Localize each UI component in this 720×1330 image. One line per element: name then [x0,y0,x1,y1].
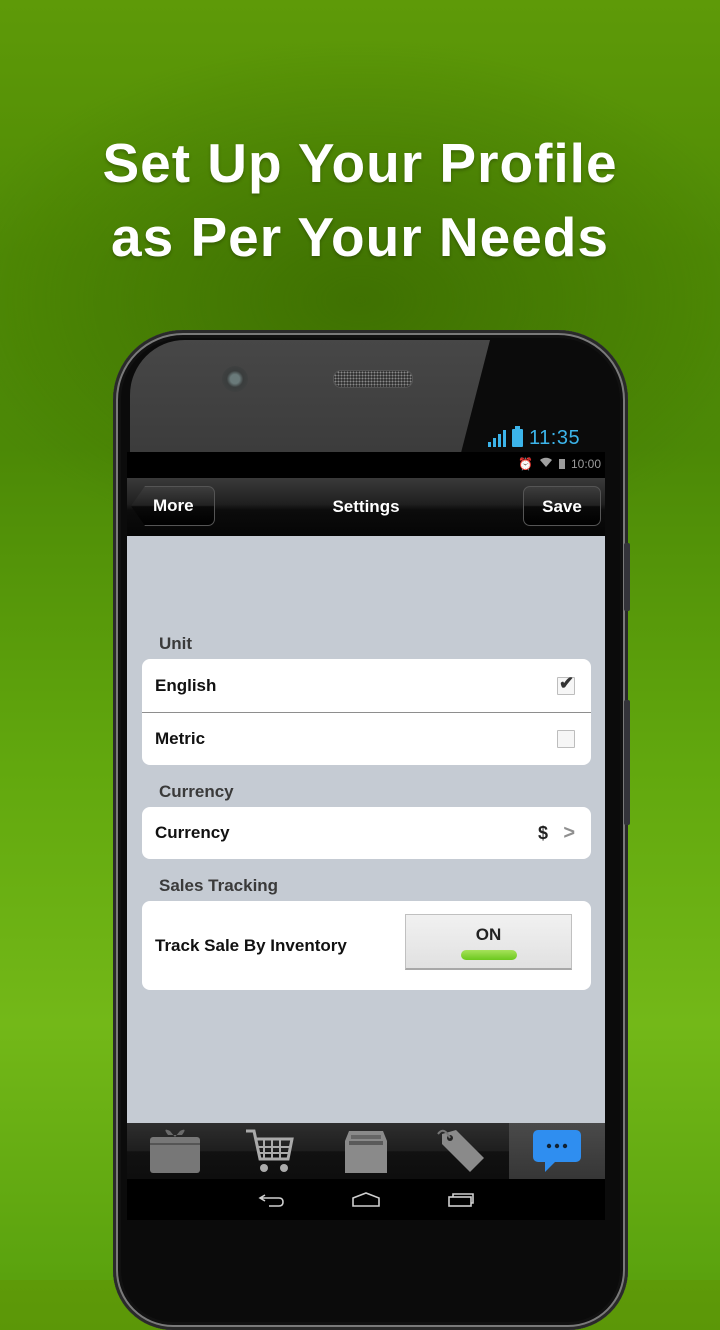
headline-line-2: as Per Your Needs [111,206,609,268]
home-icon[interactable] [351,1192,381,1208]
navigation-bar: Settings More Save [127,478,605,537]
unit-option-label: Metric [155,729,206,748]
toggle-state-label: ON [475,925,502,944]
checkmark-icon: ✔ [559,672,575,693]
currency-row-label: Currency [155,823,230,842]
chevron-right-icon: > [563,821,575,844]
tab-inventory[interactable] [318,1123,414,1179]
currency-card: Currency $ > [142,807,591,859]
recent-apps-icon[interactable] [447,1192,475,1208]
bezel-glass [130,340,490,452]
unit-option-english[interactable]: English ✔ [142,659,591,712]
wifi-icon [539,457,553,471]
track-sale-toggle[interactable]: ON [405,914,572,970]
track-sale-label: Track Sale By Inventory [155,935,347,955]
back-icon[interactable] [257,1192,285,1208]
tab-price-tag[interactable] [414,1123,510,1179]
system-navigation-bar [127,1179,605,1220]
earpiece-speaker-icon [333,370,413,388]
volume-button [624,543,630,611]
unit-option-label: English [155,675,217,695]
settings-content: Unit English ✔ Metric Currency Currency … [127,536,605,1123]
inventory-box-icon [344,1131,387,1173]
status-time: 10:00 [570,457,601,471]
section-label-unit: Unit [159,634,193,653]
phone-screen: ⏰ 10:00 Settings More Save Unit English … [127,452,605,1220]
headline-line-1: Set Up Your Profile [102,132,618,194]
section-label-currency: Currency [159,782,234,801]
power-button [624,700,630,825]
unit-card: English ✔ Metric [142,659,591,765]
unit-option-metric[interactable]: Metric [142,712,591,765]
currency-row[interactable]: Currency $ > [142,807,591,859]
promo-headline: Set Up Your Profile as Per Your Needs [0,126,720,274]
toggle-on-indicator [460,950,517,960]
signal-icon [488,429,506,447]
price-tag-icon [436,1129,484,1172]
tab-cart[interactable] [223,1123,319,1179]
tab-gift[interactable] [127,1123,223,1179]
currency-value: $ [537,822,548,843]
battery-icon [512,426,523,447]
english-checkbox[interactable]: ✔ [557,673,575,695]
tab-more[interactable] [509,1123,605,1179]
sales-tracking-card: Track Sale By Inventory ON [142,901,591,990]
alarm-icon: ⏰ [518,457,533,471]
section-label-sales-tracking: Sales Tracking [159,876,279,895]
front-camera-icon [222,366,248,392]
gift-icon [149,1129,200,1173]
device-status-overlay: 11:35 [488,424,580,452]
back-more-button[interactable]: More [131,486,215,526]
save-button[interactable]: Save [523,486,601,526]
lock-time: 11:35 [529,426,581,449]
track-sale-row: Track Sale By Inventory ON [142,901,591,990]
battery-small-icon [558,459,565,469]
metric-checkbox[interactable] [557,730,575,748]
bottom-tab-bar [127,1123,605,1179]
more-chat-icon [533,1130,582,1172]
status-bar: ⏰ 10:00 [127,452,605,476]
cart-icon [246,1129,295,1172]
